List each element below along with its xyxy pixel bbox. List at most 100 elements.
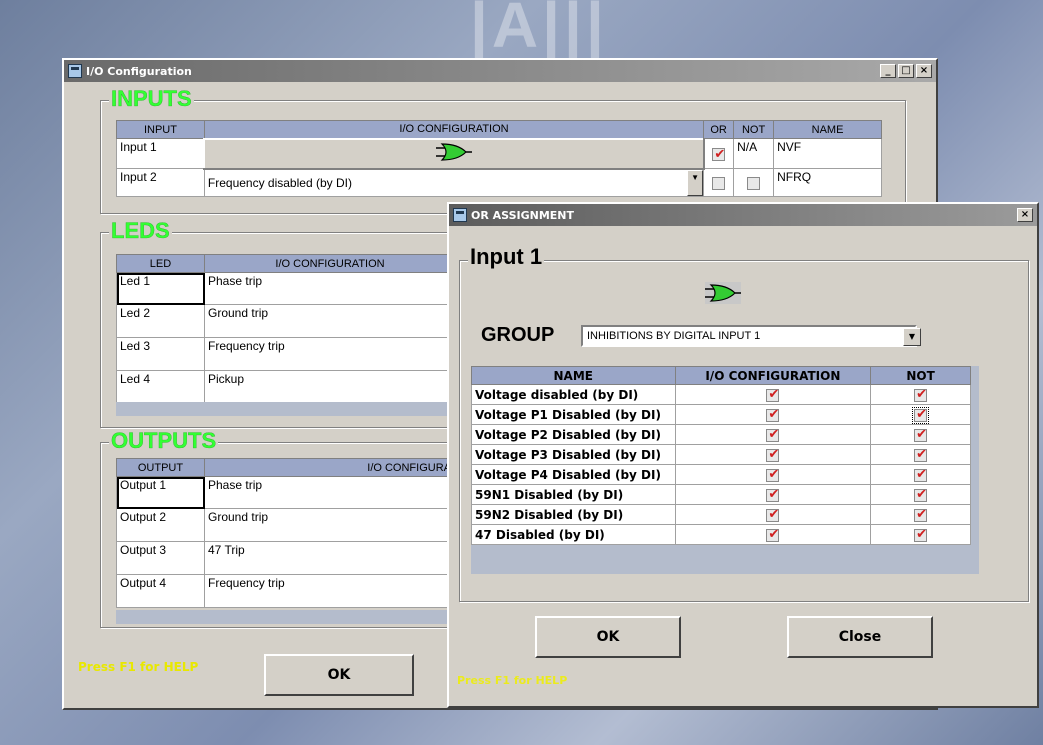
chevron-down-icon[interactable]: ▼ <box>903 328 921 346</box>
or-row-not <box>870 444 971 465</box>
table-row[interactable]: 47 Disabled (by DI) <box>471 524 971 545</box>
table-row[interactable]: Voltage disabled (by DI) <box>471 384 971 405</box>
config-checkbox[interactable] <box>766 427 780 442</box>
output-name-cell[interactable]: Output 2 <box>116 508 205 542</box>
output-config-cell[interactable]: Frequency trip <box>204 574 456 608</box>
table-row[interactable]: Led 3 Frequency trip <box>116 337 456 371</box>
or-dialog-titlebar[interactable]: OR ASSIGNMENT × <box>449 204 1037 226</box>
col-header-name: NAME <box>773 120 882 139</box>
outputs-group-title: OUTPUTS <box>109 428 219 453</box>
led-config-cell[interactable]: Frequency trip <box>204 337 456 371</box>
col-header-io-configuration: I/O CONFIGURATION <box>203 120 705 139</box>
or-checkbox[interactable] <box>712 176 726 190</box>
not-checkbox[interactable] <box>914 427 928 442</box>
col-header-or: OR <box>703 120 735 139</box>
input-or-cell <box>703 168 735 197</box>
table-row[interactable]: Led 2 Ground trip <box>116 304 456 338</box>
col-header-not: NOT <box>733 120 775 139</box>
inputs-group-title: INPUTS <box>109 86 194 111</box>
chevron-down-icon[interactable]: ▼ <box>687 169 704 196</box>
or-checkbox[interactable] <box>712 146 726 162</box>
output-config-cell[interactable]: Phase trip <box>204 476 456 509</box>
led-config-cell[interactable]: Pickup <box>204 370 456 404</box>
or-gate-icon <box>705 282 741 304</box>
input-config-combo[interactable]: Frequency disabled (by DI) ▼ <box>203 168 705 197</box>
outputs-table: OUTPUT I/O CONFIGURA Output 1 Phase trip… <box>116 458 456 608</box>
or-row-config <box>674 504 872 525</box>
group-label: GROUP <box>481 324 555 346</box>
main-ok-button[interactable]: OK <box>264 654 414 696</box>
input-label-cell[interactable]: NFRQ <box>773 168 882 197</box>
col-header-io-configuration: I/O CONFIGURATION <box>674 366 872 385</box>
config-checkbox[interactable] <box>766 507 780 522</box>
led-name-cell[interactable]: Led 2 <box>116 304 205 338</box>
not-checkbox[interactable] <box>747 176 761 190</box>
not-checkbox[interactable] <box>914 387 928 402</box>
table-row[interactable]: Output 3 47 Trip <box>116 541 456 575</box>
maximize-button[interactable]: □ <box>898 64 914 78</box>
not-checkbox[interactable] <box>914 467 928 482</box>
input-not-cell <box>733 168 775 197</box>
table-row[interactable]: 59N1 Disabled (by DI) <box>471 484 971 505</box>
led-config-cell[interactable]: Ground trip <box>204 304 456 338</box>
table-row[interactable]: Led 1 Phase trip <box>116 272 456 305</box>
input-label-cell[interactable]: NVF <box>773 138 882 169</box>
table-row[interactable]: Led 4 Pickup <box>116 370 456 404</box>
table-row[interactable]: Output 2 Ground trip <box>116 508 456 542</box>
or-row-name: 59N1 Disabled (by DI) <box>471 484 676 505</box>
not-checkbox[interactable] <box>914 507 928 522</box>
or-close-button[interactable]: Close <box>787 616 933 658</box>
leds-table: LED I/O CONFIGURATION Led 1 Phase trip L… <box>116 254 456 404</box>
or-row-config <box>674 404 872 425</box>
output-name-cell[interactable]: Output 1 <box>116 476 205 509</box>
config-checkbox[interactable] <box>766 467 780 482</box>
config-checkbox[interactable] <box>766 387 780 402</box>
main-window-title: I/O Configuration <box>86 64 192 78</box>
input-name-cell: Input 1 <box>116 138 205 169</box>
main-help-text: Press F1 for HELP <box>78 660 199 674</box>
input-config-cell[interactable] <box>203 137 705 170</box>
group-select[interactable]: INHIBITIONS BY DIGITAL INPUT 1 <box>581 325 917 347</box>
config-checkbox[interactable] <box>766 407 780 422</box>
main-titlebar[interactable]: I/O Configuration _ □ × <box>64 60 936 82</box>
not-checkbox[interactable] <box>914 527 928 542</box>
table-row[interactable]: Input 1 N/A NVF <box>116 137 882 170</box>
led-name-cell[interactable]: Led 1 <box>116 272 205 305</box>
minimize-button[interactable]: _ <box>880 64 896 78</box>
config-checkbox[interactable] <box>766 527 780 542</box>
output-name-cell[interactable]: Output 4 <box>116 574 205 608</box>
or-row-not <box>870 524 971 545</box>
table-row[interactable]: Voltage P3 Disabled (by DI) <box>471 444 971 465</box>
table-row[interactable]: Output 4 Frequency trip <box>116 574 456 608</box>
table-row[interactable]: Voltage P4 Disabled (by DI) <box>471 464 971 485</box>
col-header-led: LED <box>116 254 205 273</box>
inputs-table: INPUT I/O CONFIGURATION OR NOT NAME Inpu… <box>116 120 882 197</box>
or-row-not <box>870 404 971 425</box>
close-button[interactable]: × <box>916 64 932 78</box>
led-name-cell[interactable]: Led 4 <box>116 370 205 404</box>
not-checkbox[interactable] <box>912 406 930 424</box>
output-config-cell[interactable]: 47 Trip <box>204 541 456 575</box>
close-button[interactable]: × <box>1017 208 1033 222</box>
output-config-cell[interactable]: Ground trip <box>204 508 456 542</box>
or-row-name: Voltage P1 Disabled (by DI) <box>471 404 676 425</box>
or-row-not <box>870 504 971 525</box>
led-config-cell[interactable]: Phase trip <box>204 272 456 305</box>
table-row[interactable]: Input 2 Frequency disabled (by DI) ▼ NFR… <box>116 168 882 197</box>
or-ok-button[interactable]: OK <box>535 616 681 658</box>
table-row[interactable]: 59N2 Disabled (by DI) <box>471 504 971 525</box>
output-name-cell[interactable]: Output 3 <box>116 541 205 575</box>
not-checkbox[interactable] <box>914 487 928 502</box>
config-checkbox[interactable] <box>766 447 780 462</box>
table-row[interactable]: Output 1 Phase trip <box>116 476 456 509</box>
config-checkbox[interactable] <box>766 487 780 502</box>
outputs-horizontal-scrollbar[interactable] <box>116 610 456 624</box>
or-row-name: Voltage P2 Disabled (by DI) <box>471 424 676 445</box>
leds-horizontal-scrollbar[interactable] <box>116 402 456 416</box>
led-name-cell[interactable]: Led 3 <box>116 337 205 371</box>
table-row[interactable]: Voltage P2 Disabled (by DI) <box>471 424 971 445</box>
background-logo: |A||| <box>470 0 608 61</box>
or-row-name: 47 Disabled (by DI) <box>471 524 676 545</box>
not-checkbox[interactable] <box>914 447 928 462</box>
table-row[interactable]: Voltage P1 Disabled (by DI) <box>471 404 971 425</box>
